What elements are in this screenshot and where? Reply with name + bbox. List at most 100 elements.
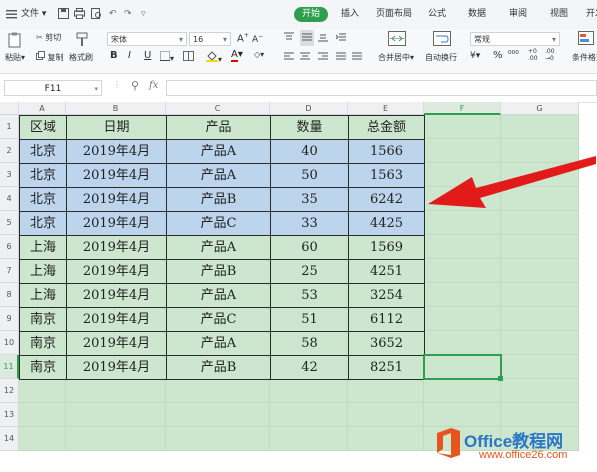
table-cell[interactable]: 2019年4月: [66, 139, 167, 164]
table-cell[interactable]: 上海: [19, 235, 67, 260]
fill-color-icon[interactable]: ▾: [206, 50, 222, 64]
grid-cell[interactable]: [348, 379, 424, 403]
currency-icon[interactable]: ¥▾: [470, 51, 480, 61]
table-header-cell[interactable]: 产品: [166, 115, 271, 140]
grid-cell[interactable]: [501, 355, 579, 379]
grid-cell[interactable]: [424, 379, 501, 403]
selected-cell-f11[interactable]: [423, 354, 502, 380]
row-header[interactable]: 1: [0, 115, 19, 139]
merge-center-button[interactable]: 合并居中▾: [378, 52, 414, 63]
row-header[interactable]: 12: [0, 379, 19, 403]
grid-cell[interactable]: [348, 427, 424, 451]
grid-cell[interactable]: [270, 379, 348, 403]
table-cell[interactable]: 产品A: [166, 331, 271, 356]
table-cell[interactable]: 1569: [348, 235, 425, 260]
number-format-select[interactable]: 常规 ▾: [470, 32, 560, 46]
grid-cell[interactable]: [424, 211, 501, 235]
align-left-icon[interactable]: [284, 51, 294, 63]
thousands-separator-icon[interactable]: ⁰⁰⁰: [508, 50, 519, 60]
grid-cell[interactable]: [166, 379, 270, 403]
row-header[interactable]: 10: [0, 331, 19, 355]
justify-icon[interactable]: [336, 51, 346, 63]
table-header-cell[interactable]: 数量: [270, 115, 349, 140]
select-all-corner[interactable]: [0, 102, 19, 115]
column-header[interactable]: B: [66, 102, 166, 115]
font-name-select[interactable]: 宋体 ▾: [107, 32, 187, 46]
table-cell[interactable]: 北京: [19, 211, 67, 236]
file-menu[interactable]: 文件 ▾: [21, 0, 46, 29]
table-cell[interactable]: 3254: [348, 283, 425, 308]
format-painter-icon[interactable]: [75, 32, 89, 50]
italic-icon[interactable]: I: [128, 50, 131, 61]
increase-decimal-icon[interactable]: +0.00: [528, 48, 538, 62]
conditional-format-button[interactable]: 条件格式: [572, 52, 597, 63]
tab-insert[interactable]: 插入: [341, 0, 359, 29]
table-cell[interactable]: 2019年4月: [66, 307, 167, 332]
border-icon[interactable]: ▾: [160, 51, 174, 63]
table-cell[interactable]: 8251: [348, 355, 425, 380]
table-cell[interactable]: 2019年4月: [66, 283, 167, 308]
table-cell[interactable]: 产品C: [166, 211, 271, 236]
grid-cell[interactable]: [66, 403, 166, 427]
table-cell[interactable]: 2019年4月: [66, 187, 167, 212]
table-cell[interactable]: 40: [270, 139, 349, 164]
table-cell[interactable]: 产品A: [166, 283, 271, 308]
table-cell[interactable]: 产品B: [166, 187, 271, 212]
table-cell[interactable]: 南京: [19, 355, 67, 380]
grid-cell[interactable]: [66, 379, 166, 403]
grid-cell[interactable]: [501, 115, 579, 139]
row-header[interactable]: 2: [0, 139, 19, 163]
grid-cell[interactable]: [501, 283, 579, 307]
tab-page-layout[interactable]: 页面布局: [376, 0, 412, 29]
percent-icon[interactable]: %: [493, 50, 503, 61]
column-header[interactable]: E: [348, 102, 424, 115]
save-icon[interactable]: [58, 0, 69, 29]
grid-cell[interactable]: [424, 307, 501, 331]
table-cell[interactable]: 产品A: [166, 139, 271, 164]
table-cell[interactable]: 58: [270, 331, 349, 356]
grid-cell[interactable]: [19, 379, 66, 403]
copy-button[interactable]: 复制: [36, 51, 64, 63]
print-icon[interactable]: [74, 0, 85, 29]
table-cell[interactable]: 南京: [19, 307, 67, 332]
wrap-text-icon[interactable]: [433, 31, 451, 49]
grid-cell[interactable]: [66, 427, 166, 451]
row-header[interactable]: 9: [0, 307, 19, 331]
row-header[interactable]: 6: [0, 235, 19, 259]
formula-input[interactable]: [166, 80, 597, 96]
row-header[interactable]: 8: [0, 283, 19, 307]
row-header[interactable]: 14: [0, 427, 19, 451]
align-bottom-icon[interactable]: [318, 32, 328, 44]
grid-cell[interactable]: [424, 283, 501, 307]
grid-cell[interactable]: [424, 331, 501, 355]
row-header[interactable]: 5: [0, 211, 19, 235]
tab-formulas[interactable]: 公式: [428, 0, 446, 29]
table-cell[interactable]: 北京: [19, 187, 67, 212]
font-size-select[interactable]: 16 ▾: [189, 32, 231, 46]
column-header[interactable]: D: [270, 102, 348, 115]
grid-cell[interactable]: [270, 427, 348, 451]
distribute-icon[interactable]: [352, 51, 362, 63]
font-color-icon[interactable]: A▾: [231, 49, 243, 62]
insert-function-icon[interactable]: fx: [149, 80, 158, 91]
decrease-decimal-icon[interactable]: .00 →0: [545, 48, 555, 62]
table-cell[interactable]: 4425: [348, 211, 425, 236]
table-cell[interactable]: 50: [270, 163, 349, 188]
tab-home[interactable]: 开始: [294, 7, 329, 22]
table-cell[interactable]: 产品B: [166, 355, 271, 380]
align-center-icon[interactable]: [300, 51, 310, 63]
merge-cells-icon[interactable]: [183, 51, 194, 63]
table-cell[interactable]: 南京: [19, 331, 67, 356]
decrease-font-icon[interactable]: A−: [252, 33, 263, 45]
table-cell[interactable]: 42: [270, 355, 349, 380]
table-cell[interactable]: 2019年4月: [66, 235, 167, 260]
wrap-text-button[interactable]: 自动换行: [425, 52, 457, 63]
clear-format-icon[interactable]: ◇▾: [254, 50, 264, 59]
merge-center-icon[interactable]: [388, 31, 406, 49]
grid-cell[interactable]: [19, 403, 66, 427]
table-cell[interactable]: 53: [270, 283, 349, 308]
table-cell[interactable]: 4251: [348, 259, 425, 284]
table-cell[interactable]: 2019年4月: [66, 211, 167, 236]
grid-cell[interactable]: [348, 403, 424, 427]
paste-icon[interactable]: [7, 32, 23, 50]
